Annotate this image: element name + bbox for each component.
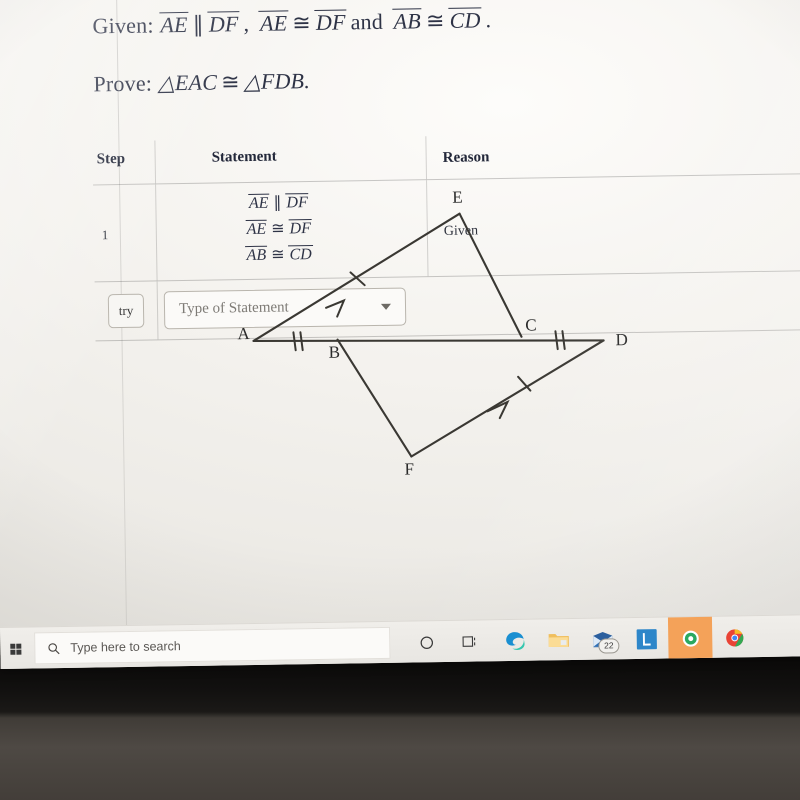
given-seg-5: AB <box>392 8 423 34</box>
app-green-icon[interactable] <box>667 616 713 660</box>
header-step-label: Step <box>96 150 126 168</box>
microsoft-edge-icon[interactable] <box>492 620 537 663</box>
congruent-triangles-diagram: A B C D E F <box>223 183 658 490</box>
given-label: Given: <box>92 12 154 39</box>
segment-EC <box>458 212 523 338</box>
taskbar-icons: 22 <box>404 616 757 664</box>
given-op-5: ≅ <box>425 7 445 34</box>
task-view-icon[interactable] <box>448 620 493 663</box>
search-input[interactable]: Type here to search <box>34 626 391 665</box>
tick-AB-2 <box>299 331 304 352</box>
header-cell-step: Step <box>92 140 155 184</box>
prove-operator: ≅ <box>220 69 240 95</box>
mail-unread-badge: 22 <box>598 638 620 654</box>
prove-statement: Prove: △EAC ≅ △FDB. <box>93 68 310 97</box>
try-button[interactable]: try <box>107 293 145 328</box>
given-op-1: ∥ <box>192 11 205 37</box>
entry-cell-step: try <box>95 283 158 338</box>
given-op-2: , <box>243 10 250 37</box>
google-chrome-icon[interactable] <box>712 616 757 659</box>
given-seg-4: DF <box>314 9 347 35</box>
app-l-icon[interactable] <box>624 617 669 660</box>
given-seg-3: AE <box>258 10 289 36</box>
prove-label: Prove: <box>93 70 153 97</box>
given-statement: Given: AE ∥ DF, AE ≅ DF and AB ≅ CD. <box>92 7 495 39</box>
given-op-3: ≅ <box>292 10 312 36</box>
given-seg-6: CD <box>448 7 482 33</box>
segment-BF <box>336 338 413 458</box>
segment-AD <box>252 339 605 342</box>
step-number: 1 <box>101 227 109 243</box>
vertex-label-C: C <box>525 315 537 334</box>
laptop-screen: Given: AE ∥ DF, AE ≅ DF and AB ≅ CD. Prove: △EA… <box>0 0 800 669</box>
search-icon <box>48 642 60 654</box>
search-placeholder: Type here to search <box>70 639 181 655</box>
vertex-label-E: E <box>452 188 463 207</box>
header-cell-reason: Reason <box>425 129 800 180</box>
desk-surface <box>0 712 800 800</box>
proof-content: Given: AE ∥ DF, AE ≅ DF and AB ≅ CD. Prove: △EA… <box>92 0 800 625</box>
tick-CD-2 <box>561 330 566 351</box>
vertex-label-B: B <box>329 343 341 362</box>
header-statement-label: Statement <box>211 148 277 166</box>
vertex-label-D: D <box>615 330 628 349</box>
tick-CD-1 <box>554 330 559 351</box>
windows-start-icon[interactable] <box>2 643 28 655</box>
mail-icon[interactable]: 22 <box>580 618 625 661</box>
screenshot-root: Given: AE ∥ DF, AE ≅ DF and AB ≅ CD. Prove: △EA… <box>0 0 800 800</box>
prove-right-triangle: △FDB. <box>243 68 311 95</box>
file-explorer-icon[interactable] <box>536 619 581 662</box>
arrow-AE <box>325 298 346 318</box>
given-seg-1: AE <box>159 11 189 38</box>
diagram-svg: A B C D E F <box>237 188 628 479</box>
vertex-label-F: F <box>404 459 414 478</box>
row-cell-step: 1 <box>93 184 156 281</box>
segment-FD <box>410 339 605 458</box>
given-seg-2: DF <box>207 11 240 37</box>
prove-left-triangle: △EAC <box>157 69 218 96</box>
tick-AB-1 <box>292 331 297 352</box>
header-reason-label: Reason <box>442 149 490 166</box>
cortana-icon[interactable] <box>404 621 449 664</box>
vertex-label-A: A <box>237 324 250 343</box>
given-op-4: and <box>350 8 384 35</box>
header-cell-statement: Statement <box>154 136 427 184</box>
given-op-6: . <box>485 7 492 33</box>
